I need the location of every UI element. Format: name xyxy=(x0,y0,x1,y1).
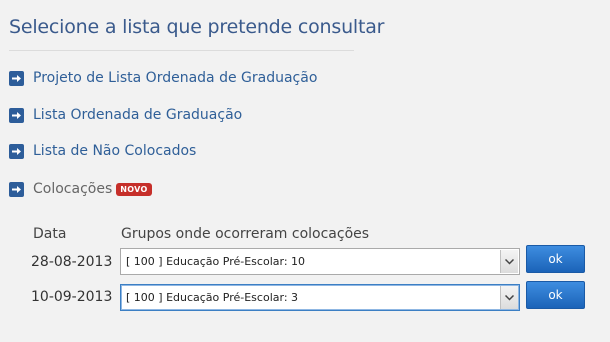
select-value: [ 100 ] Educação Pré-Escolar: 10 xyxy=(126,255,306,268)
arrow-right-icon xyxy=(9,143,24,159)
nav-label: Lista de Não Colocados xyxy=(33,143,197,159)
nav-colocacoes[interactable]: Colocações NOVO xyxy=(9,179,152,199)
placement-date: 10-09-2013 xyxy=(31,289,113,305)
nav-nao-colocados[interactable]: Lista de Não Colocados xyxy=(9,141,196,161)
groups-select[interactable]: [ 100 ] Educação Pré-Escolar: 3 xyxy=(120,284,520,311)
nav-label: Colocações xyxy=(33,181,113,197)
new-badge: NOVO xyxy=(116,182,152,196)
arrow-right-icon xyxy=(9,70,24,86)
ok-button[interactable]: ok xyxy=(526,281,585,309)
ok-button[interactable]: ok xyxy=(526,245,585,273)
page-title: Selecione a lista que pretende consultar xyxy=(9,16,385,38)
nav-label: Projeto de Lista Ordenada de Graduação xyxy=(33,70,318,86)
column-header-groups: Grupos onde ocorreram colocações xyxy=(121,226,370,242)
nav-projeto-lista-ordenada[interactable]: Projeto de Lista Ordenada de Graduação xyxy=(9,68,317,88)
column-header-date: Data xyxy=(33,226,67,242)
arrow-right-icon xyxy=(9,107,24,123)
arrow-right-icon xyxy=(9,181,24,197)
groups-select[interactable]: [ 100 ] Educação Pré-Escolar: 10 xyxy=(120,248,520,275)
chevron-down-icon[interactable] xyxy=(500,286,518,309)
title-divider xyxy=(9,50,354,51)
chevron-down-icon[interactable] xyxy=(500,250,518,273)
placement-date: 28-08-2013 xyxy=(31,254,113,270)
nav-label: Lista Ordenada de Graduação xyxy=(33,107,243,123)
nav-lista-ordenada[interactable]: Lista Ordenada de Graduação xyxy=(9,105,242,125)
select-value: [ 100 ] Educação Pré-Escolar: 3 xyxy=(126,291,299,304)
